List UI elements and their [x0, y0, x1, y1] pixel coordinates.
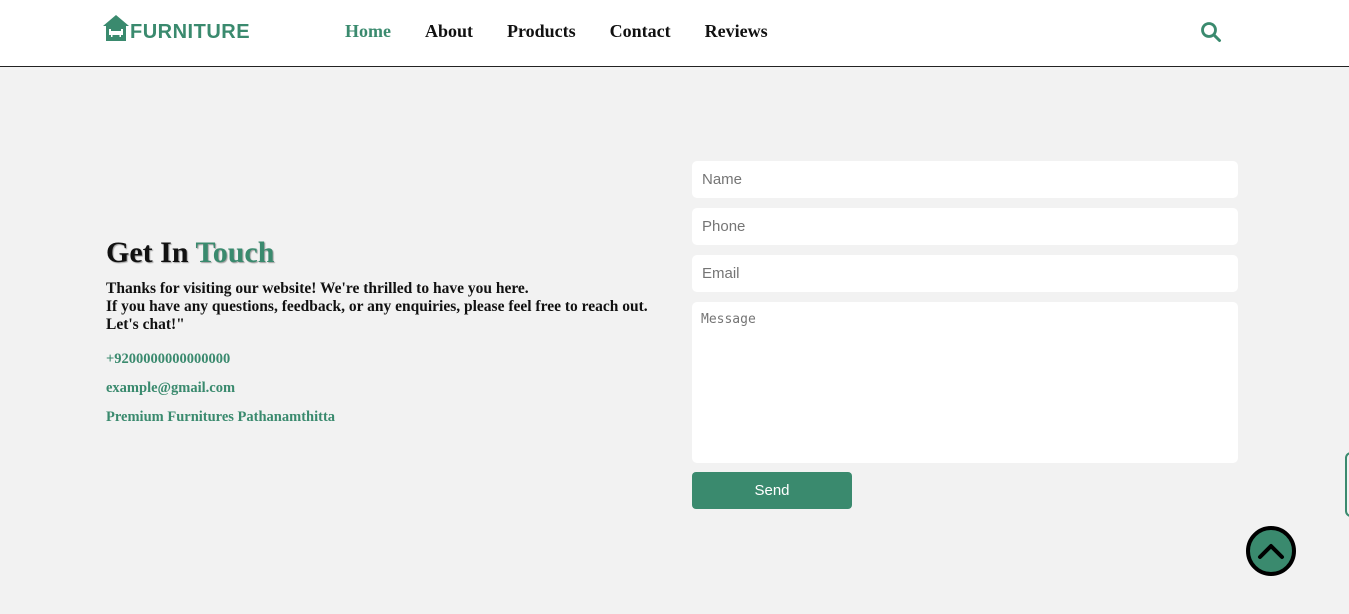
- contact-description: Thanks for visiting our website! We're t…: [106, 280, 651, 334]
- side-tab[interactable]: [1345, 452, 1349, 517]
- nav-contact[interactable]: Contact: [610, 20, 671, 42]
- description-line-1: Thanks for visiting our website! We're t…: [106, 280, 529, 297]
- nav-reviews[interactable]: Reviews: [705, 20, 768, 42]
- phone-field[interactable]: [692, 208, 1238, 245]
- search-button[interactable]: [1200, 21, 1222, 43]
- message-field[interactable]: [692, 302, 1238, 463]
- email-field[interactable]: [692, 255, 1238, 292]
- contact-info: Get In Touch Thanks for visiting our web…: [106, 236, 651, 426]
- logo[interactable]: FURNITURE: [102, 12, 250, 42]
- contact-address: Premium Furnitures Pathanamthitta: [106, 409, 336, 425]
- nav-about[interactable]: About: [425, 20, 473, 42]
- nav-products[interactable]: Products: [507, 20, 576, 42]
- name-field[interactable]: [692, 161, 1238, 198]
- title-main: Get In: [106, 236, 196, 269]
- house-icon: [103, 15, 129, 41]
- search-icon: [1201, 22, 1221, 42]
- brand-name: FURNITURE: [130, 21, 251, 43]
- send-button[interactable]: Send: [692, 472, 852, 509]
- chevron-up-icon: [1258, 544, 1284, 559]
- contact-form: Send: [692, 161, 1238, 509]
- contact-email[interactable]: example@gmail.com: [106, 379, 651, 397]
- page-title: Get In Touch: [106, 236, 651, 270]
- description-line-2: If you have any questions, feedback, or …: [106, 298, 648, 333]
- site-header: FURNITURE Home About Products Contact Re…: [0, 0, 1349, 67]
- title-accent: Touch: [195, 236, 275, 269]
- contact-phone[interactable]: +9200000000000000: [106, 350, 651, 368]
- main-nav: Home About Products Contact Reviews: [345, 20, 802, 42]
- scroll-top-button[interactable]: [1246, 526, 1296, 576]
- nav-home[interactable]: Home: [345, 20, 391, 42]
